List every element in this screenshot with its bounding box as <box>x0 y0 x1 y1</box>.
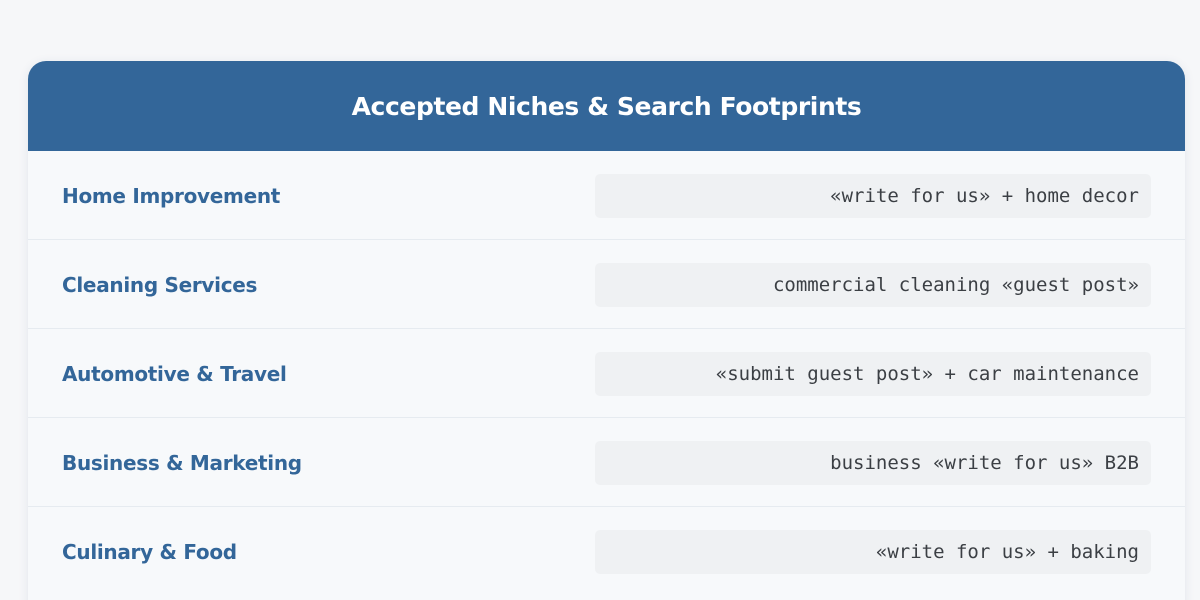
card-header: Accepted Niches & Search Footprints <box>28 61 1185 151</box>
search-footprint: business «write for us» B2B <box>595 441 1151 485</box>
search-footprint: «write for us» + baking <box>595 530 1151 574</box>
niche-label: Culinary & Food <box>62 539 237 564</box>
search-footprint: «write for us» + home decor <box>595 174 1151 218</box>
niche-label: Automotive & Travel <box>62 361 287 386</box>
niches-card: Accepted Niches & Search Footprints Home… <box>28 61 1185 600</box>
niche-row: Home Improvement «write for us» + home d… <box>28 151 1185 240</box>
search-footprint: commercial cleaning «guest post» <box>595 263 1151 307</box>
niche-row: Cleaning Services commercial cleaning «g… <box>28 240 1185 329</box>
card-title: Accepted Niches & Search Footprints <box>351 91 862 121</box>
niche-row: Automotive & Travel «submit guest post» … <box>28 329 1185 418</box>
niche-row: Culinary & Food «write for us» + baking <box>28 507 1185 596</box>
niche-label: Business & Marketing <box>62 450 302 475</box>
niche-row: Business & Marketing business «write for… <box>28 418 1185 507</box>
search-footprint: «submit guest post» + car maintenance <box>595 352 1151 396</box>
niche-label: Cleaning Services <box>62 272 258 297</box>
niche-label: Home Improvement <box>62 183 281 208</box>
